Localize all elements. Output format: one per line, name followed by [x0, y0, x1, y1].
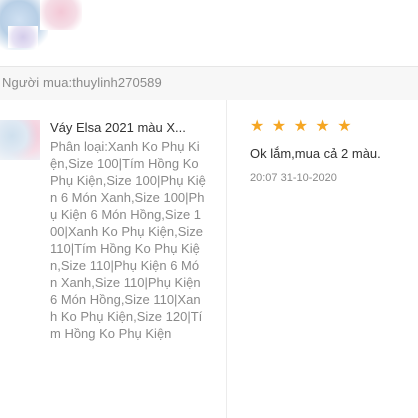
review-photo-strip[interactable] — [0, 0, 418, 58]
star-rating: ★ ★ ★ ★ ★ — [250, 118, 355, 136]
review-panel: ★ ★ ★ ★ ★ Ok lắm,mua cả 2 màu. 20:07 31-… — [227, 100, 418, 418]
review-timestamp: 20:07 31-10-2020 — [250, 172, 337, 184]
photo-blob — [8, 26, 38, 48]
star-icon: ★ — [315, 118, 330, 135]
star-icon: ★ — [250, 118, 265, 135]
product-info-panel: Váy Elsa 2021 màu X... Phân loại:Xanh Ko… — [0, 100, 227, 418]
star-icon: ★ — [271, 118, 287, 135]
variant-classification: Phân loại:Xanh Ko Phụ Kiện,Size 100|Tím … — [50, 139, 206, 341]
buyer-name: Người mua:thuylinh270589 — [2, 75, 162, 90]
star-icon: ★ — [337, 118, 352, 135]
review-comment: Ok lắm,mua cả 2 màu. — [250, 146, 381, 161]
photo-blob — [40, 0, 82, 30]
buyer-bar: Người mua:thuylinh270589 — [0, 66, 418, 101]
star-icon: ★ — [293, 118, 308, 135]
product-title-link[interactable]: Váy Elsa 2021 màu X... — [50, 120, 220, 135]
product-thumbnail[interactable] — [0, 120, 40, 160]
